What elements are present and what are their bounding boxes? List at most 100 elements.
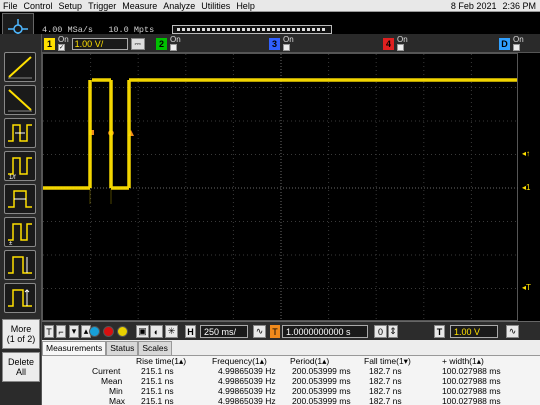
trigger-mode-label[interactable]: T (44, 325, 54, 338)
autoscale-icon[interactable]: ▣ (136, 325, 149, 338)
menu-bar: File Control Setup Trigger Measure Analy… (0, 0, 540, 12)
trigger-level-marker-icon: ◂T (522, 283, 531, 292)
table-cell: 215.1 ns (141, 366, 174, 376)
digital-checkbox[interactable] (513, 43, 520, 51)
trigger-position-icon: T (270, 325, 280, 338)
channel-2-control[interactable]: 2 On (156, 34, 181, 51)
menu-help[interactable]: Help (233, 0, 258, 12)
tab-scales[interactable]: Scales (138, 341, 172, 355)
menu-analyze[interactable]: Analyze (160, 0, 198, 12)
channel-4-control[interactable]: 4 On (383, 35, 408, 51)
center-reference-icon[interactable]: 0 (374, 325, 387, 338)
rise-time-icon[interactable] (4, 52, 36, 82)
position-stepper-icon[interactable]: ⇕ (388, 325, 398, 338)
menu-trigger[interactable]: Trigger (85, 0, 119, 12)
row-label: Mean (101, 376, 123, 386)
table-cell: 182.7 ns (369, 386, 402, 396)
zoom-out-icon[interactable]: ▾ (69, 325, 79, 338)
digital-channel-control[interactable]: D On (499, 34, 524, 51)
dc-coupling-icon[interactable]: ⎓ (130, 37, 145, 50)
channel-1-number[interactable]: 1 (44, 37, 55, 50)
table-cell: 4.99865039 Hz (218, 386, 276, 396)
timebase-field[interactable]: 250 ms/ (200, 325, 248, 338)
table-cell: 100.027988 ms (442, 366, 501, 376)
horizontal-control-bar: T ⌐ ▾ ▴ ▣ ◐ ✳ H 250 ms/ ∿ T 1.0000000000… (42, 321, 540, 340)
edge-trigger-icon[interactable]: ⌐ (56, 325, 66, 338)
header-fall-time: Fall time(1▾) (364, 356, 411, 366)
channel-1-control[interactable]: 1 On ✓ 1.00 V/ ⎓ (44, 34, 145, 51)
svg-text:±: ± (9, 241, 13, 246)
measurement-pane: Measurements Status Scales Rise time(1▴)… (42, 340, 540, 405)
channel-4-number[interactable]: 4 (383, 37, 394, 50)
row-label: Min (109, 386, 123, 396)
more-button[interactable]: More (1 of 2) (2, 319, 40, 349)
table-cell: 100.027988 ms (442, 396, 501, 405)
channel-1-waveform (43, 78, 517, 204)
horizontal-label: H (185, 325, 196, 338)
row-label: Max (109, 396, 126, 405)
menu-control[interactable]: Control (21, 0, 56, 12)
row-label: Current (92, 366, 121, 376)
more-label: More (10, 324, 32, 334)
memory-bar[interactable] (172, 25, 332, 34)
channel-1-on-label: On (58, 34, 69, 44)
table-cell: 215.1 ns (141, 376, 174, 386)
table-row: Max 215.1 ns 4.99865039 Hz 200.053999 ms… (42, 396, 540, 405)
single-icon[interactable] (116, 325, 129, 338)
waveform-display[interactable] (42, 53, 519, 322)
tab-status[interactable]: Status (106, 341, 139, 355)
menu-setup[interactable]: Setup (56, 0, 86, 12)
trigger-level-field[interactable]: 1.00 V (450, 325, 498, 338)
channel-2-checkbox[interactable] (170, 43, 177, 51)
fall-time-icon[interactable] (4, 85, 36, 115)
duty-cycle-icon[interactable]: ± (4, 217, 36, 247)
table-cell: 200.053999 ms (292, 376, 351, 386)
vpp-icon[interactable] (4, 283, 36, 313)
channel-4-checkbox[interactable] (397, 43, 404, 51)
table-cell: 4.99865039 Hz (218, 396, 276, 405)
channel-3-on-label: On (283, 34, 294, 44)
channel-3-checkbox[interactable] (283, 43, 290, 51)
measurements-table: Rise time(1▴) Frequency(1▴) Period(1▴) F… (42, 355, 540, 405)
frequency-icon[interactable] (4, 118, 36, 148)
display-options-icon[interactable]: ✳ (165, 325, 178, 338)
delete-all-button[interactable]: Delete All (2, 352, 40, 382)
table-row: Min 215.1 ns 4.99865039 Hz 200.053999 ms… (42, 386, 540, 396)
tab-measurements[interactable]: Measurements (42, 341, 107, 355)
timebase-knob-icon[interactable]: ∿ (253, 325, 266, 338)
table-cell: 182.7 ns (369, 366, 402, 376)
svg-text:1/f: 1/f (9, 175, 16, 180)
table-cell: 182.7 ns (369, 396, 402, 405)
header-pos-width: + width(1▴) (442, 356, 484, 366)
measurement-toolbar: 1/f ± More (1 of 2) Delete All (0, 34, 42, 405)
table-cell: 200.053999 ms (292, 396, 351, 405)
stop-icon[interactable] (88, 325, 101, 338)
run-icon[interactable] (102, 325, 115, 338)
digital-on-label: On (513, 34, 524, 44)
channel-1-level-marker-icon: ◂1 (522, 183, 531, 192)
channel-1-scale[interactable]: 1.00 V/ (71, 37, 128, 50)
menu-measure[interactable]: Measure (119, 0, 160, 12)
table-cell: 100.027988 ms (442, 386, 501, 396)
trigger-slope-icon[interactable]: ∿ (506, 325, 519, 338)
channel-3-control[interactable]: 3 On (269, 34, 294, 51)
right-level-markers: ◂↑ ◂1 ◂T (518, 53, 540, 321)
table-cell: 4.99865039 Hz (218, 376, 276, 386)
menu-file[interactable]: File (0, 0, 21, 12)
period-icon[interactable]: 1/f (4, 151, 36, 181)
channel-2-number[interactable]: 2 (156, 37, 167, 50)
menu-utilities[interactable]: Utilities (198, 0, 233, 12)
digital-channel-number[interactable]: D (499, 37, 510, 50)
acquisition-strip: 4.00 MSa/s 10.0 Mpts (0, 12, 540, 45)
channel-2-on-label: On (170, 34, 181, 44)
header-frequency: Frequency(1▴) (212, 356, 267, 366)
positive-width-icon[interactable] (4, 184, 36, 214)
horizontal-position-field[interactable]: 1.0000000000 s (282, 325, 368, 338)
table-cell: 4.99865039 Hz (218, 366, 276, 376)
amplitude-icon[interactable] (4, 250, 36, 280)
table-cell: 100.027988 ms (442, 376, 501, 386)
channel-3-number[interactable]: 3 (269, 37, 280, 50)
channel-1-checkbox[interactable]: ✓ (58, 43, 65, 51)
more-page-label: (1 of 2) (6, 334, 36, 344)
default-setup-icon[interactable]: ◐ (150, 325, 163, 338)
